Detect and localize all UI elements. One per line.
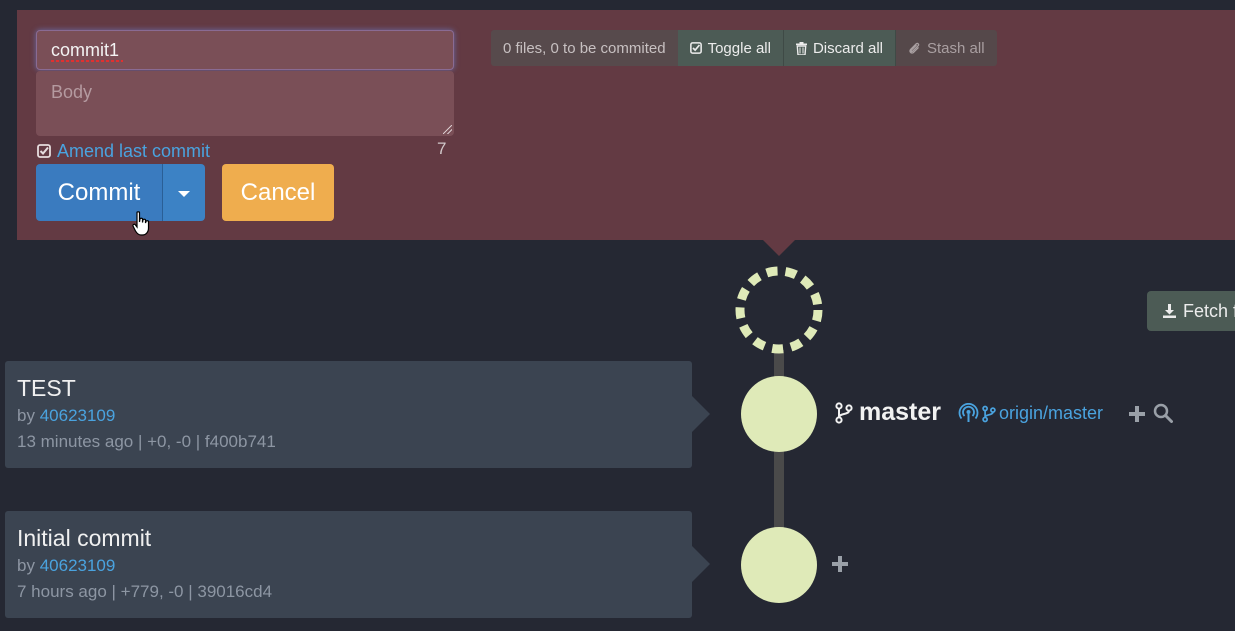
fetch-label: Fetch f bbox=[1183, 300, 1235, 321]
fetch-button[interactable]: Fetch f bbox=[1147, 291, 1235, 331]
caret-down-icon bbox=[178, 191, 190, 197]
local-branch-ref[interactable]: master bbox=[835, 398, 941, 427]
commit-options-button[interactable] bbox=[162, 164, 205, 221]
staging-toolbar: 0 files, 0 to be commited Toggle all Dis… bbox=[491, 30, 997, 66]
paperclip-icon bbox=[909, 42, 920, 54]
commit-meta: 13 minutes ago | +0, -0 | f400b741 bbox=[17, 432, 276, 451]
local-branch-name: master bbox=[859, 398, 941, 426]
search-icon[interactable] bbox=[1153, 403, 1173, 428]
commit-title: Initial commit bbox=[17, 525, 152, 551]
author-link[interactable]: 40623109 bbox=[40, 556, 116, 575]
commit-title: TEST bbox=[17, 375, 76, 401]
toggle-all-label: Toggle all bbox=[707, 39, 771, 57]
commit-byline: by 40623109 bbox=[17, 406, 115, 426]
stash-all-label: Stash all bbox=[927, 39, 985, 57]
broadcast-icon bbox=[958, 403, 979, 422]
commit-card[interactable]: TEST by 40623109 13 minutes ago | +0, -0… bbox=[5, 361, 710, 468]
spellcheck-underline bbox=[51, 60, 123, 62]
discard-all-button[interactable]: Discard all bbox=[783, 30, 896, 66]
commit-node[interactable] bbox=[741, 527, 817, 603]
remote-branch-name: origin/master bbox=[999, 403, 1104, 423]
git-branch-icon bbox=[982, 405, 996, 422]
hand-cursor-icon bbox=[132, 211, 152, 242]
by-prefix: by bbox=[17, 556, 35, 575]
download-icon bbox=[1163, 304, 1176, 318]
commit-byline: by 40623109 bbox=[17, 556, 115, 576]
stash-all-button[interactable]: Stash all bbox=[896, 30, 997, 66]
staging-status: 0 files, 0 to be commited bbox=[491, 30, 678, 66]
textarea-resize-grip[interactable] bbox=[443, 125, 452, 134]
discard-all-label: Discard all bbox=[812, 39, 883, 57]
amend-checkbox[interactable]: Amend last commit bbox=[37, 140, 210, 162]
cancel-button[interactable]: Cancel bbox=[222, 164, 334, 221]
commit-title-input[interactable] bbox=[36, 30, 454, 70]
by-prefix: by bbox=[17, 406, 35, 425]
char-count: 7 bbox=[437, 139, 447, 158]
git-branch-icon bbox=[835, 401, 853, 424]
author-link[interactable]: 40623109 bbox=[40, 406, 116, 425]
card-notch bbox=[692, 396, 710, 432]
amend-label: Amend last commit bbox=[57, 140, 211, 161]
commit-card[interactable]: Initial commit by 40623109 7 hours ago |… bbox=[5, 511, 710, 618]
commit-body-input[interactable] bbox=[36, 71, 454, 136]
check-square-icon bbox=[689, 42, 702, 54]
toggle-all-button[interactable]: Toggle all bbox=[677, 30, 784, 66]
trash-icon bbox=[795, 41, 807, 55]
plus-icon[interactable] bbox=[1128, 405, 1146, 428]
remote-branch-ref[interactable]: origin/master bbox=[958, 403, 1103, 424]
new-commit-node bbox=[733, 264, 825, 361]
check-square-icon bbox=[37, 144, 51, 158]
plus-icon[interactable] bbox=[831, 555, 849, 578]
commit-meta: 7 hours ago | +779, -0 | 39016cd4 bbox=[17, 582, 273, 601]
commit-node[interactable] bbox=[741, 376, 817, 452]
card-notch bbox=[692, 546, 710, 582]
staging-panel-pointer bbox=[763, 240, 795, 256]
